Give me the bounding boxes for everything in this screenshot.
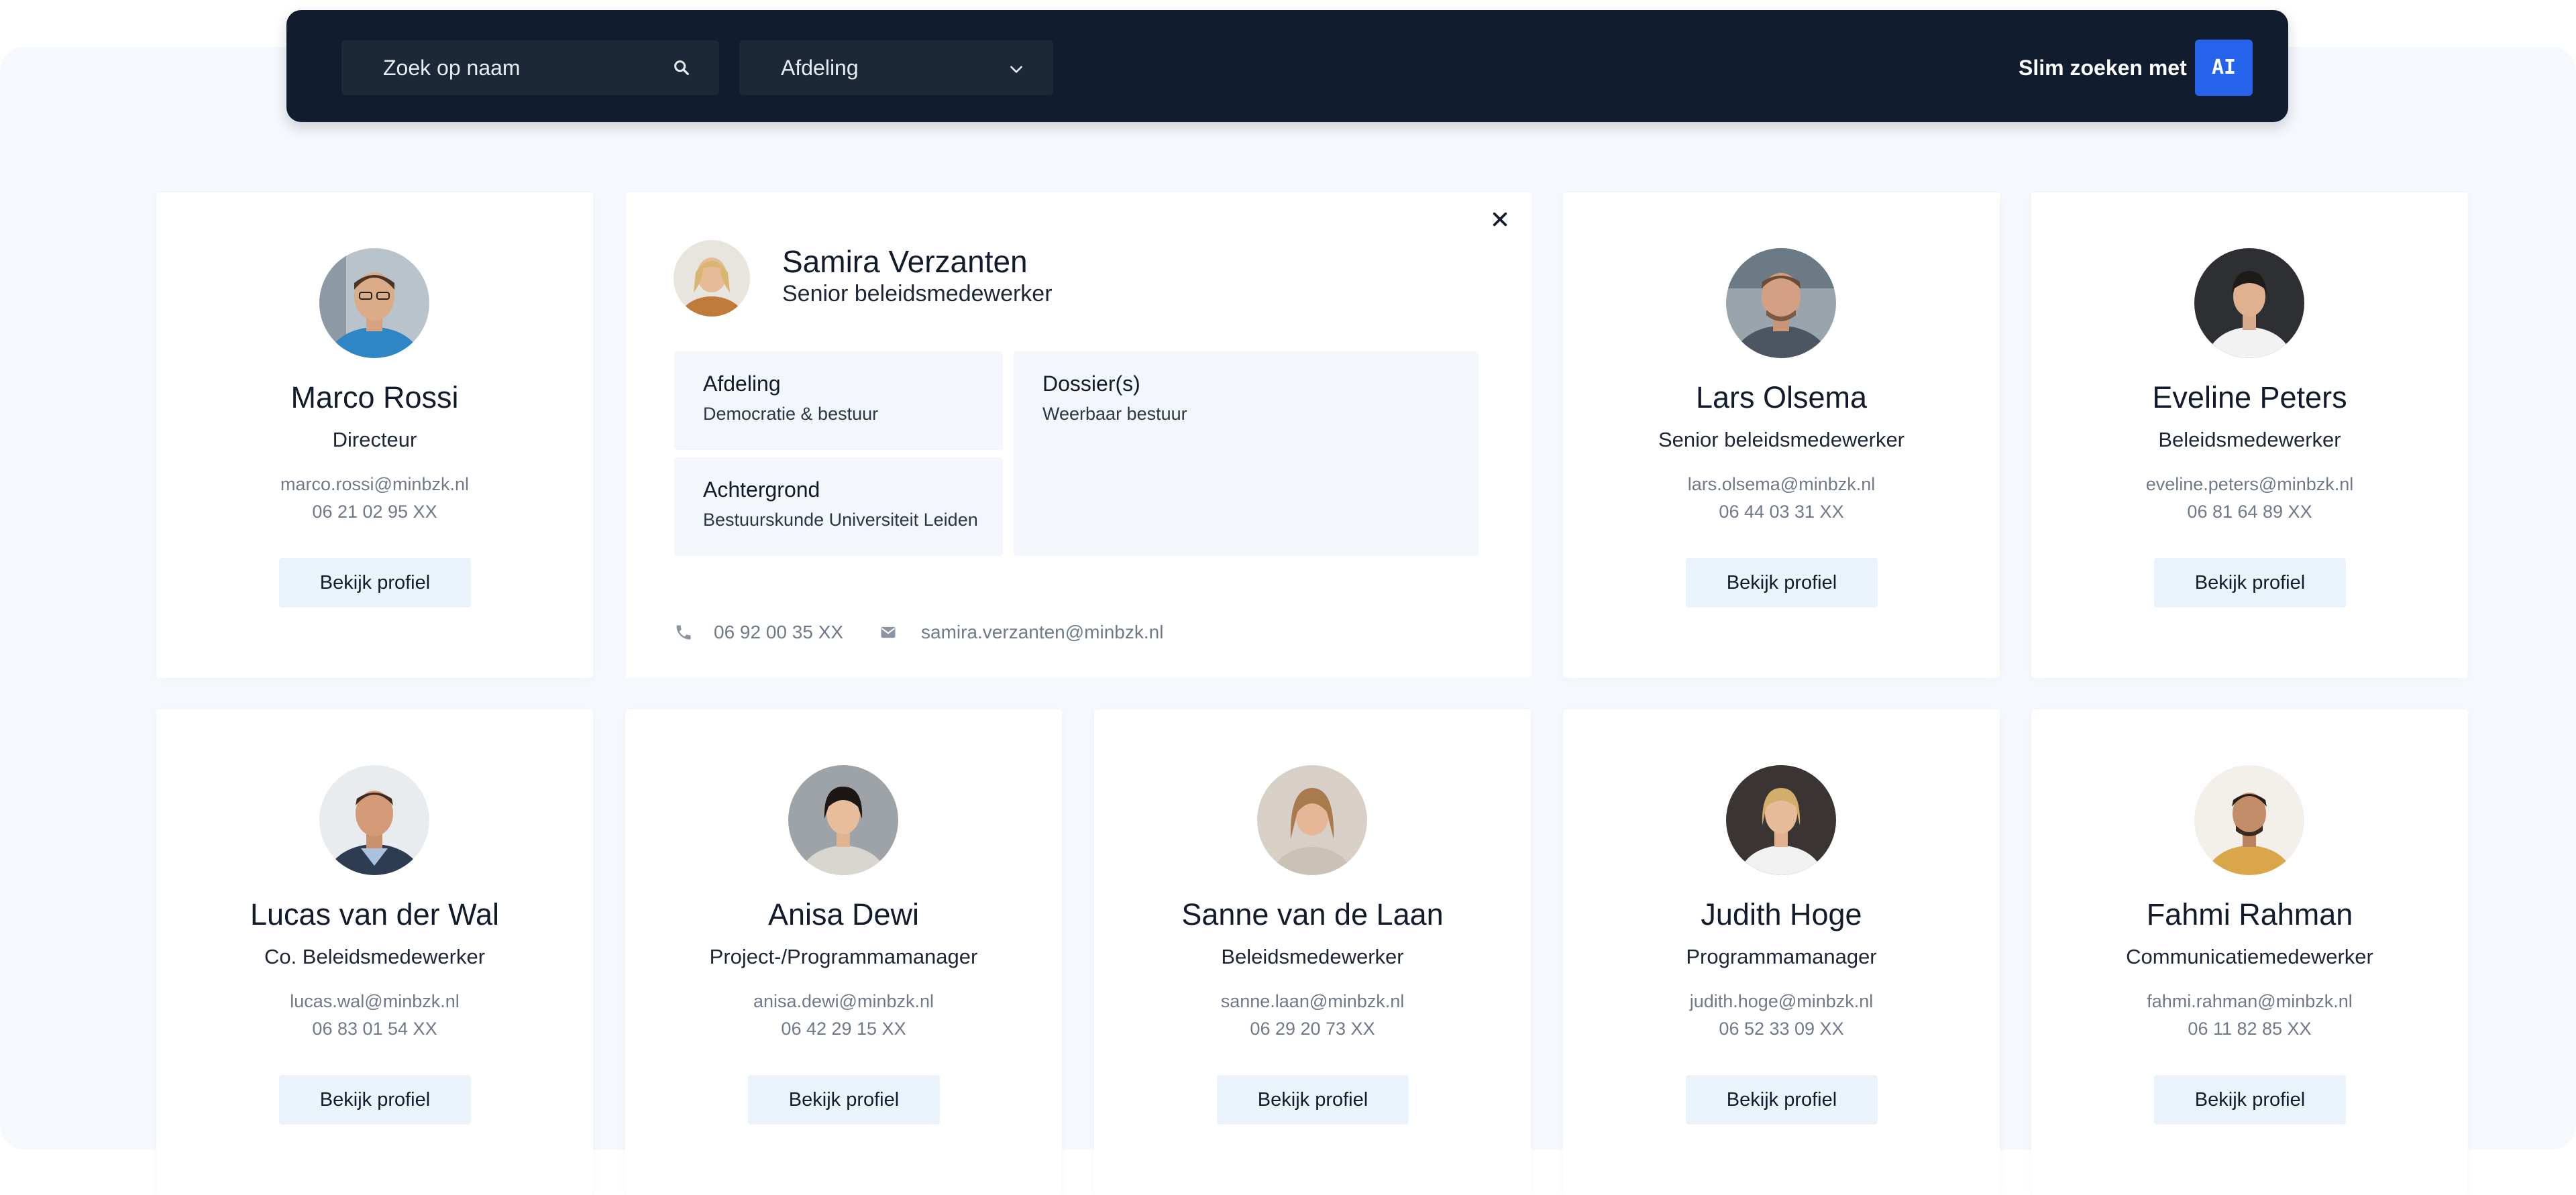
person-card: Lucas van der Wal Co. Beleidsmedewerker … [156,709,593,1195]
view-profile-button[interactable]: Bekijk profiel [279,1075,471,1125]
info-achtergrond: Achtergrond Bestuurskunde Universiteit L… [674,457,1003,556]
person-email[interactable]: anisa.dewi@minbzk.nl [625,991,1062,1012]
view-profile-button[interactable]: Bekijk profiel [1217,1075,1409,1125]
person-card: Marco Rossi Directeur marco.rossi@minbzk… [156,192,593,678]
view-profile-button[interactable]: Bekijk profiel [748,1075,940,1125]
person-phone: 06 52 33 09 XX [1719,1019,1844,1039]
contact-phone: 06 92 00 35 XX [714,622,844,642]
person-role: Senior beleidsmedewerker [782,281,1053,306]
expanded-person-card: Samira Verzanten Senior beleidsmedewerke… [626,192,1531,678]
avatar [319,765,429,875]
person-card: Lars Olsema Senior beleidsmedewerker lar… [1563,192,2000,678]
view-profile-button[interactable]: Bekijk profiel [1686,558,1878,608]
view-profile-button[interactable]: Bekijk profiel [2154,558,2346,608]
person-name: Marco Rossi [290,380,459,414]
avatar [1726,765,1836,875]
avatar [2194,248,2304,358]
person-phone: 06 81 64 89 XX [2187,502,2312,522]
avatar [2194,765,2304,875]
person-name: Judith Hoge [1701,897,1862,931]
ai-search-button[interactable]: AI [2195,40,2253,96]
contact-email[interactable]: samira.verzanten@minbzk.nl [921,622,1163,643]
person-phone: 06 44 03 31 XX [1719,502,1844,522]
info-value: Bestuurskunde Universiteit Leiden [703,510,978,530]
info-label: Achtergrond [703,477,820,502]
avatar [1726,248,1836,358]
person-role: Co. Beleidsmedewerker [264,945,486,968]
view-profile-button[interactable]: Bekijk profiel [1686,1075,1878,1125]
person-card: Anisa Dewi Project-/Programmamanager ani… [625,709,1062,1195]
person-card: Sanne van de Laan Beleidsmedewerker sann… [1094,709,1531,1195]
person-role: Programmamanager [1686,945,1877,968]
person-name: Anisa Dewi [767,897,920,931]
person-email[interactable]: eveline.peters@minbzk.nl [2031,474,2468,495]
smart-search-label: Slim zoeken met [2019,56,2187,80]
search-toolbar: Zoek op naam Afdeling Slim zoeken met AI [286,10,2288,122]
person-email[interactable]: fahmi.rahman@minbzk.nl [2031,991,2468,1012]
info-dossiers: Dossier(s) Weerbaar bestuur [1014,351,1479,556]
person-name: Lucas van der Wal [250,897,499,931]
person-phone: 06 29 20 73 XX [1250,1019,1375,1039]
person-name: Sanne van de Laan [1181,897,1444,931]
view-profile-button[interactable]: Bekijk profiel [2154,1075,2346,1125]
person-phone: 06 42 29 15 XX [781,1019,906,1039]
person-role: Communicatiemedewerker [2126,945,2373,968]
department-select-label: Afdeling [781,56,859,80]
chevron-down-icon [1010,66,1022,73]
person-name: Eveline Peters [2152,380,2347,414]
search-icon [674,60,689,75]
info-value: Democratie & bestuur [703,404,879,424]
info-value: Weerbaar bestuur [1042,404,1187,424]
person-role: Project-/Programmamanager [709,945,978,968]
person-card: Judith Hoge Programmamanager judith.hoge… [1563,709,2000,1195]
avatar [319,248,429,358]
department-select[interactable]: Afdeling [739,40,1053,95]
person-name: Fahmi Rahman [2146,897,2353,931]
avatar [788,765,898,875]
person-name: Samira Verzanten [782,244,1028,279]
person-role: Directeur [332,428,417,451]
info-label: Dossier(s) [1042,372,1140,396]
person-email[interactable]: marco.rossi@minbzk.nl [156,474,593,495]
mail-icon [881,626,896,638]
person-phone: 06 83 01 54 XX [312,1019,437,1039]
person-name: Lars Olsema [1695,380,1868,414]
person-phone: 06 21 02 95 XX [312,502,437,522]
person-phone: 06 11 82 85 XX [2188,1019,2312,1039]
search-input[interactable]: Zoek op naam [341,40,719,95]
person-email[interactable]: judith.hoge@minbzk.nl [1563,991,2000,1012]
person-email[interactable]: sanne.laan@minbzk.nl [1094,991,1531,1012]
person-card: Fahmi Rahman Communicatiemedewerker fahm… [2031,709,2468,1195]
person-card: Eveline Peters Beleidsmedewerker eveline… [2031,192,2468,678]
close-icon[interactable] [1487,206,1513,233]
person-email[interactable]: lucas.wal@minbzk.nl [156,991,593,1012]
info-label: Afdeling [703,372,781,396]
person-role: Beleidsmedewerker [2158,428,2341,451]
person-role: Beleidsmedewerker [1221,945,1404,968]
view-profile-button[interactable]: Bekijk profiel [279,558,471,608]
avatar [674,240,750,317]
info-afdeling: Afdeling Democratie & bestuur [674,351,1003,450]
avatar [1257,765,1367,875]
search-placeholder: Zoek op naam [383,56,521,80]
person-email[interactable]: lars.olsema@minbzk.nl [1563,474,2000,495]
phone-icon [676,625,691,640]
person-role: Senior beleidsmedewerker [1658,428,1905,451]
